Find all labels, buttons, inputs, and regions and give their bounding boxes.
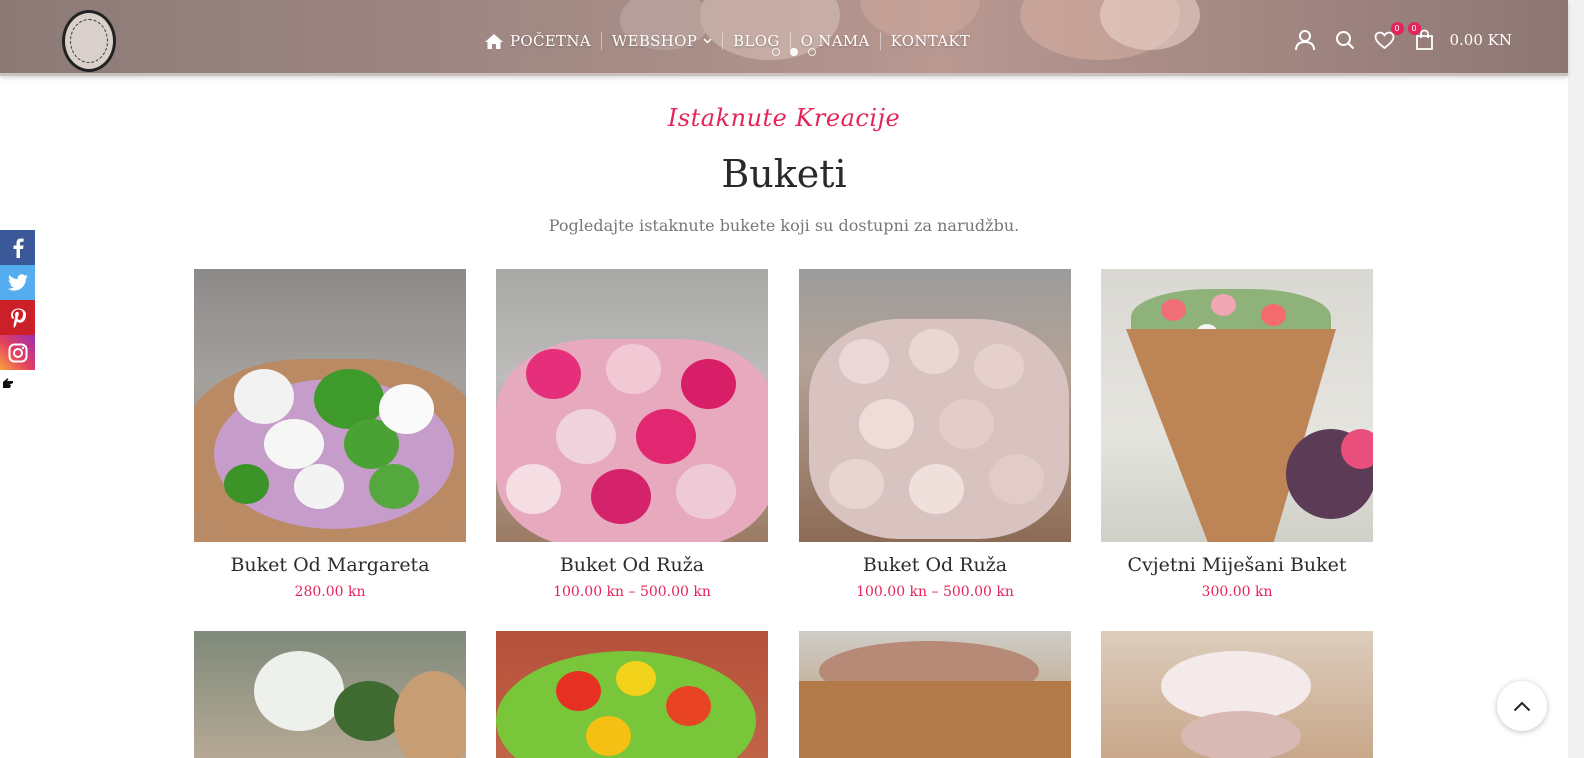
product-image[interactable] [496, 631, 768, 758]
product-price: 100.00 kn – 500.00 kn [553, 584, 711, 600]
scroll-to-top-button[interactable] [1497, 681, 1547, 731]
instagram-share-button[interactable] [0, 335, 35, 370]
product-card[interactable]: Cvjetni Miješani Buket 300.00 kn [1101, 269, 1373, 600]
cart-button[interactable]: 0 [1407, 22, 1436, 52]
pinterest-icon [10, 308, 26, 328]
nav-label: KONTAKT [890, 32, 971, 50]
section-script-title: Istaknute Kreacije [667, 104, 901, 132]
site-header: POČETNA WEBSHOP BLOG O NAMA KONTAKT 0 0 … [0, 0, 1568, 76]
product-name[interactable]: Buket Od Margareta [194, 554, 466, 576]
product-card[interactable]: Buket Od Ruža 100.00 kn – 500.00 kn [496, 269, 768, 600]
product-name[interactable]: Cvjetni Miješani Buket [1101, 554, 1373, 576]
search-button[interactable] [1334, 28, 1356, 52]
account-button[interactable] [1294, 28, 1316, 52]
nav-label: POČETNA [510, 32, 591, 50]
search-icon [1335, 31, 1354, 50]
pinterest-share-button[interactable] [0, 300, 35, 335]
product-card[interactable]: Buket Od Margareta 280.00 kn [194, 269, 466, 600]
main-nav: POČETNA WEBSHOP BLOG O NAMA KONTAKT [484, 30, 980, 52]
home-icon [485, 33, 503, 49]
product-image[interactable] [799, 269, 1071, 542]
slider-dots [772, 48, 816, 56]
chevron-down-icon [703, 38, 712, 44]
product-card[interactable] [496, 631, 768, 758]
hand-pointer-icon [3, 378, 13, 388]
section-title: Buketi [721, 152, 847, 196]
section-subtitle: Pogledajte istaknute bukete koji su dost… [548, 216, 1020, 235]
slider-dot[interactable] [808, 48, 816, 56]
product-name[interactable]: Buket Od Ruža [496, 554, 768, 576]
slider-dot-active[interactable] [790, 48, 798, 56]
site-logo[interactable] [62, 10, 116, 72]
chevron-up-icon [1513, 701, 1531, 711]
nav-item-pocetna[interactable]: POČETNA [484, 32, 602, 50]
user-icon [1294, 29, 1315, 50]
product-card[interactable] [799, 631, 1071, 758]
page-scrollbar[interactable] [1568, 0, 1584, 758]
nav-item-webshop[interactable]: WEBSHOP [602, 32, 724, 50]
hide-social-bar-toggle[interactable] [2, 378, 14, 392]
product-name[interactable]: Buket Od Ruža [799, 554, 1071, 576]
header-actions: 0 0 0.00 KN [1294, 22, 1513, 52]
wishlist-count-badge: 0 [1390, 22, 1404, 35]
product-card[interactable] [194, 631, 466, 758]
product-price: 100.00 kn – 500.00 kn [856, 584, 1014, 600]
facebook-share-button[interactable] [0, 230, 35, 265]
cart-count-badge: 0 [1407, 22, 1421, 35]
product-image[interactable] [799, 631, 1071, 758]
wishlist-button[interactable]: 0 [1374, 22, 1404, 52]
product-image[interactable] [1101, 269, 1373, 542]
product-image[interactable] [194, 269, 466, 542]
instagram-icon [8, 343, 27, 362]
product-image[interactable] [194, 631, 466, 758]
nav-label: WEBSHOP [611, 32, 698, 50]
product-price: 280.00 kn [294, 584, 366, 600]
product-image[interactable] [1101, 631, 1373, 758]
product-price: 300.00 kn [1201, 584, 1273, 600]
twitter-icon [7, 273, 28, 291]
facebook-icon [13, 238, 24, 258]
nav-item-kontakt[interactable]: KONTAKT [881, 32, 981, 50]
social-share-bar [0, 230, 35, 370]
product-card[interactable]: Buket Od Ruža 100.00 kn – 500.00 kn [799, 269, 1071, 600]
heart-icon [1374, 31, 1395, 49]
product-card[interactable] [1101, 631, 1373, 758]
product-image[interactable] [496, 269, 768, 542]
twitter-share-button[interactable] [0, 265, 35, 300]
cart-total[interactable]: 0.00 KN [1450, 31, 1513, 49]
slider-dot[interactable] [772, 48, 780, 56]
